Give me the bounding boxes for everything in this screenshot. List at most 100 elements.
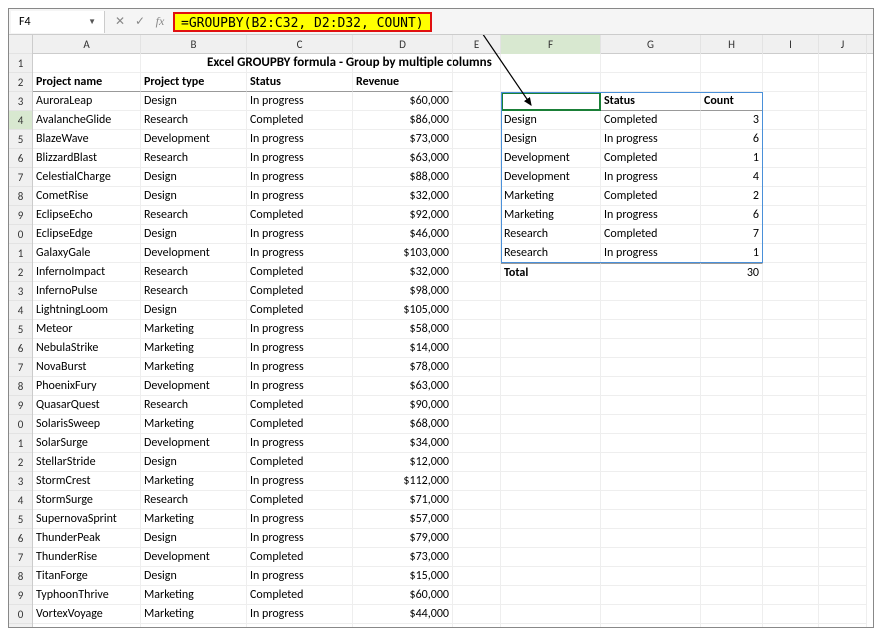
row-header[interactable]: 2 — [9, 453, 32, 472]
table-cell[interactable]: $68,000 — [353, 624, 453, 627]
table-cell[interactable]: $105,000 — [353, 301, 453, 320]
table-cell[interactable]: AuroraLeap — [33, 92, 141, 111]
column-header-G[interactable]: G — [601, 35, 701, 54]
cell[interactable] — [819, 453, 867, 472]
result-cell[interactable]: Design — [501, 130, 601, 149]
table-cell[interactable]: WhirlwindQuest — [33, 624, 141, 627]
table-cell[interactable]: Marketing — [141, 472, 247, 491]
table-cell[interactable]: TyphoonThrive — [33, 586, 141, 605]
cell[interactable] — [819, 605, 867, 624]
cell[interactable] — [819, 586, 867, 605]
cell[interactable] — [763, 130, 819, 149]
table-cell[interactable]: Marketing — [141, 415, 247, 434]
cell[interactable] — [763, 548, 819, 567]
cell[interactable] — [819, 491, 867, 510]
cell[interactable] — [819, 472, 867, 491]
table-cell[interactable]: In progress — [247, 187, 353, 206]
cell[interactable] — [763, 320, 819, 339]
table-cell[interactable]: Development — [141, 434, 247, 453]
cell[interactable] — [763, 92, 819, 111]
cell[interactable] — [453, 206, 501, 225]
cell[interactable] — [701, 586, 763, 605]
table-cell[interactable]: In progress — [247, 244, 353, 263]
table-cell[interactable]: VortexVoyage — [33, 605, 141, 624]
cell[interactable] — [763, 624, 819, 627]
cell[interactable] — [601, 415, 701, 434]
row-header[interactable]: 5 — [9, 510, 32, 529]
cell[interactable] — [819, 548, 867, 567]
table-cell[interactable]: $63,000 — [353, 377, 453, 396]
row-header[interactable]: 8 — [9, 377, 32, 396]
row-header[interactable]: 9 — [9, 396, 32, 415]
result-cell[interactable]: Research — [501, 225, 601, 244]
cell[interactable] — [601, 358, 701, 377]
table-cell[interactable]: $60,000 — [353, 586, 453, 605]
cell[interactable] — [601, 54, 701, 73]
cell[interactable] — [701, 73, 763, 92]
table-cell[interactable]: StormCrest — [33, 472, 141, 491]
table-cell[interactable]: Completed — [247, 301, 353, 320]
cell[interactable] — [763, 415, 819, 434]
cell[interactable] — [453, 548, 501, 567]
cell[interactable] — [763, 149, 819, 168]
table-cell[interactable]: Design — [141, 567, 247, 586]
table-cell[interactable]: In progress — [247, 92, 353, 111]
cell[interactable] — [501, 396, 601, 415]
cell[interactable] — [501, 510, 601, 529]
cell[interactable] — [501, 54, 601, 73]
row-header[interactable]: 9 — [9, 586, 32, 605]
row-header[interactable]: 2 — [9, 263, 32, 282]
cell[interactable] — [453, 92, 501, 111]
table-cell[interactable]: In progress — [247, 320, 353, 339]
cell[interactable]: Excel GROUPBY formula - Group by multipl… — [247, 54, 353, 73]
cell[interactable] — [453, 605, 501, 624]
cell[interactable] — [601, 605, 701, 624]
table-cell[interactable]: Development — [141, 377, 247, 396]
formula-input[interactable]: =GROUPBY(B2:C32, D2:D32, COUNT) — [173, 12, 432, 32]
result-cell[interactable]: Completed — [601, 225, 701, 244]
table-cell[interactable]: Research — [141, 396, 247, 415]
row-header[interactable]: 6 — [9, 339, 32, 358]
table-cell[interactable]: In progress — [247, 529, 353, 548]
cell[interactable] — [763, 301, 819, 320]
cell[interactable] — [501, 415, 601, 434]
cell[interactable] — [453, 130, 501, 149]
table-cell[interactable]: QuasarQuest — [33, 396, 141, 415]
table-cell[interactable]: Design — [141, 187, 247, 206]
cell[interactable] — [763, 586, 819, 605]
row-header[interactable]: 3 — [9, 92, 32, 111]
result-cell[interactable]: Research — [501, 244, 601, 263]
cell[interactable] — [453, 149, 501, 168]
table-cell[interactable]: In progress — [247, 149, 353, 168]
table-cell[interactable]: $63,000 — [353, 149, 453, 168]
cell[interactable] — [501, 339, 601, 358]
table-cell[interactable]: $92,000 — [353, 206, 453, 225]
cell[interactable] — [819, 263, 867, 282]
table-cell[interactable]: AvalancheGlide — [33, 111, 141, 130]
cell[interactable] — [819, 187, 867, 206]
table-cell[interactable]: Design — [141, 92, 247, 111]
grid-body[interactable]: Excel GROUPBY formula - Group by multipl… — [33, 54, 873, 627]
table-cell[interactable]: $32,000 — [353, 263, 453, 282]
result-cell[interactable]: 7 — [701, 225, 763, 244]
cell[interactable] — [453, 358, 501, 377]
row-header[interactable]: 7 — [9, 358, 32, 377]
row-header[interactable]: 7 — [9, 548, 32, 567]
column-header-B[interactable]: B — [141, 35, 247, 54]
table-cell[interactable]: ThunderRise — [33, 548, 141, 567]
table-cell[interactable]: Design — [141, 301, 247, 320]
cell[interactable] — [819, 624, 867, 627]
table-header[interactable]: Status — [247, 73, 353, 92]
cell[interactable] — [701, 377, 763, 396]
cell[interactable] — [819, 396, 867, 415]
table-cell[interactable]: $68,000 — [353, 415, 453, 434]
table-header[interactable]: Project name — [33, 73, 141, 92]
table-cell[interactable]: Design — [141, 168, 247, 187]
result-cell[interactable]: In progress — [601, 206, 701, 225]
result-cell[interactable]: 30 — [701, 263, 763, 282]
cell[interactable] — [819, 567, 867, 586]
column-header-I[interactable]: I — [763, 35, 819, 54]
table-cell[interactable]: $103,000 — [353, 244, 453, 263]
table-cell[interactable]: Completed — [247, 111, 353, 130]
row-header[interactable]: 1 — [9, 244, 32, 263]
